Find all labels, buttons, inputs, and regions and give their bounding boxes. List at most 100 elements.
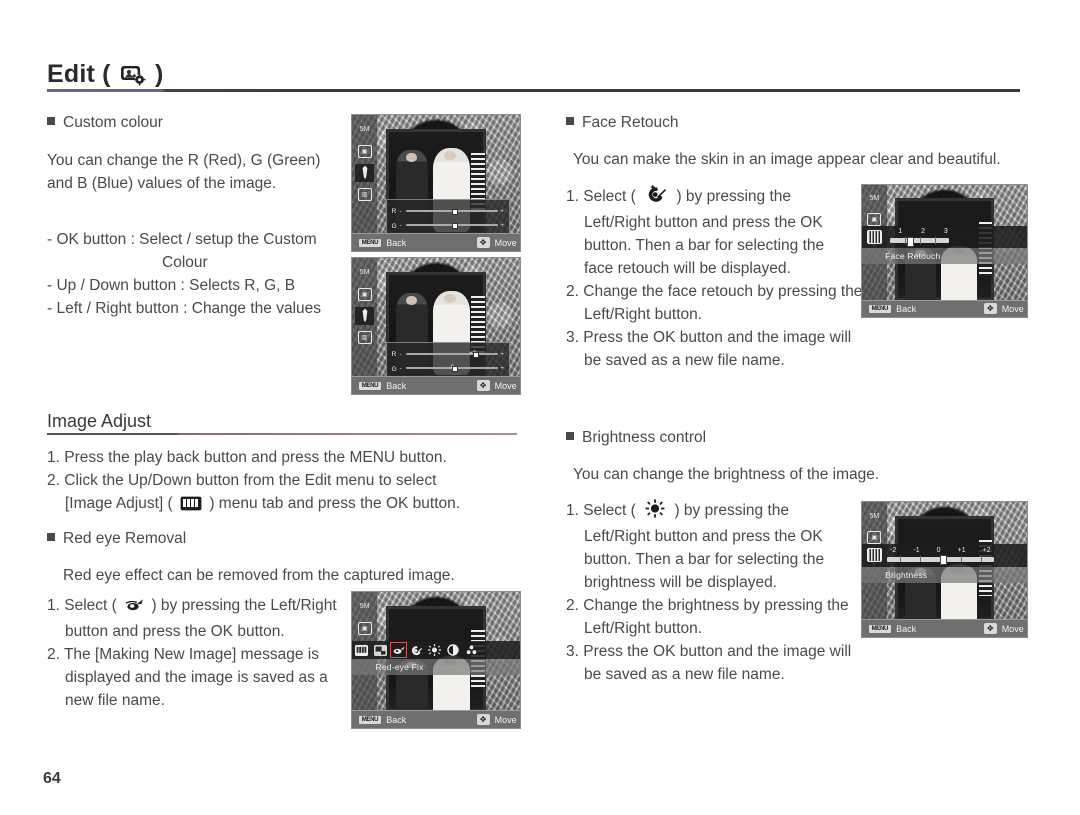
rgb-row-g[interactable]: G - + [392, 222, 504, 230]
bright-step-3-cont1: be saved as a new file name. [584, 666, 785, 683]
header-divider [47, 89, 1020, 92]
four-way-pad-icon[interactable]: ✥ [476, 380, 490, 392]
face-retouch-icon[interactable] [410, 644, 423, 656]
rgb-plus: + [500, 351, 504, 358]
red-eye-icon[interactable] [389, 642, 407, 659]
menu-button-badge[interactable]: MENU [358, 715, 382, 724]
rgb-slider-panel: R - + G - + B - + [385, 199, 510, 244]
resolution-badge: 5M [869, 512, 880, 520]
lcd-icon-rail: 5M ▣ ▥ [352, 258, 378, 394]
move-control[interactable]: ✥ Move [476, 714, 517, 726]
custom-colour-block: Custom colour You can change the R (Red)… [47, 114, 347, 195]
move-control[interactable]: ✥ Move [476, 237, 517, 249]
rgb-track[interactable]: 0 [406, 365, 499, 372]
saturation-icon[interactable] [465, 644, 478, 656]
rgb-minus: - [399, 222, 402, 229]
key-line-ok: - OK button : Select / setup the Custom [47, 231, 317, 248]
step-text: Change the brightness by pressing the [583, 597, 849, 614]
move-control[interactable]: ✥ Move [983, 303, 1024, 315]
bright-step-3: 3. Press the OK button and the image wil… [566, 640, 856, 663]
bar-track[interactable] [886, 554, 994, 566]
image-adjust-step-1: 1. Press the play back button and press … [47, 446, 517, 469]
image-adjust-bar-icon [866, 548, 882, 563]
step-text-after: ) menu tab and press the OK button. [209, 495, 461, 512]
rgb-track[interactable] [406, 223, 499, 229]
rgb-track[interactable] [406, 208, 499, 215]
image-adjust-rail-icon[interactable]: ▥ [355, 186, 374, 204]
step-text: Press the OK button and the image will [583, 643, 852, 660]
four-way-pad-icon[interactable]: ✥ [476, 237, 490, 249]
four-way-pad-icon[interactable]: ✥ [476, 714, 490, 726]
image-adjust-icon[interactable] [355, 644, 369, 656]
key-line-updown: - Up / Down button : Selects R, G, B [47, 277, 296, 294]
bar-tick [934, 237, 936, 244]
step-text: Press the play back button and press the… [64, 449, 447, 466]
face-retouch-heading: Face Retouch [566, 114, 1006, 132]
custom-colour-key-list: - OK button : Select / setup the Custom … [47, 228, 349, 320]
tick-label: -1 [913, 546, 920, 554]
tick-label: -2 [890, 546, 897, 554]
rgb-row-g[interactable]: G - + 0 [391, 365, 504, 373]
face-retouch-block: Face Retouch You can make the skin in an… [566, 114, 1006, 171]
tick-label: 1 [898, 228, 903, 236]
key-line-colour: Colour [162, 254, 208, 271]
resize-icon[interactable] [373, 644, 387, 656]
four-way-pad-icon[interactable]: ✥ [983, 303, 997, 315]
bar-tick [919, 555, 921, 563]
edit-pen-icon[interactable] [355, 163, 375, 182]
bar-knob[interactable] [906, 236, 914, 248]
brightness-icon[interactable] [428, 644, 442, 657]
bright-step-1-cont1: Left/Right button and press the OK [584, 528, 823, 545]
rgb-knob[interactable] [472, 351, 479, 358]
memory-card-icon: ▣ [355, 619, 374, 637]
bar-tick-labels: -2 -1 0 +1 +2 [890, 545, 991, 555]
tick-label: 3 [943, 228, 948, 236]
rgb-row-r[interactable]: R - + [392, 208, 504, 215]
rgb-knob[interactable] [452, 208, 459, 215]
face-retouch-heading-text: Face Retouch [582, 114, 679, 131]
page-header: Edit ( ) [47, 60, 1020, 94]
step-text-before: Select ( [583, 188, 636, 205]
bright-step-1: 1. Select ( ) by pressing the [566, 499, 856, 525]
brightness-bar[interactable]: -2 -1 0 +1 +2 [862, 543, 1027, 567]
rgb-knob[interactable] [452, 223, 459, 229]
tick-label: +1 [957, 546, 966, 554]
red-eye-heading-text: Red eye Removal [63, 530, 187, 547]
bar-tick [981, 555, 983, 563]
face-retouch-steps: 1. Select ( ) by pressing the Left/Right… [566, 185, 862, 372]
edit-photo-gear-icon [120, 64, 146, 92]
rgb-row-r[interactable]: R - + +3 [392, 351, 504, 358]
bar-track[interactable] [890, 236, 950, 248]
step-text-after: ) by pressing the [676, 188, 792, 205]
bar-knob[interactable] [940, 554, 948, 566]
menu-button-badge[interactable]: MENU [868, 624, 892, 633]
face-retouch-description: You can make the skin in an image appear… [573, 151, 1001, 168]
manual-page: Edit ( ) Custom colour You can change th… [0, 0, 1080, 815]
step-number: 1. [47, 597, 60, 614]
back-label: Back [896, 303, 917, 314]
rgb-letter: G [391, 365, 397, 373]
step-number: 2. [47, 646, 60, 663]
face-step-3-cont1: be saved as a new file name. [584, 352, 785, 369]
move-control[interactable]: ✥ Move [476, 380, 517, 392]
four-way-pad-icon[interactable]: ✥ [983, 623, 997, 635]
image-adjust-rail-icon[interactable]: ▥ [355, 329, 374, 347]
face-step-1-cont3: face retouch will be displayed. [584, 260, 791, 277]
face-retouch-bar[interactable]: 1 2 3 [862, 225, 1027, 249]
face-step-1: 1. Select ( ) by pressing the [566, 185, 856, 211]
edit-pen-icon[interactable] [355, 306, 375, 325]
custom-colour-description: You can change the R (Red), G (Green) an… [47, 152, 321, 192]
bright-step-2: 2. Change the brightness by pressing the [566, 594, 856, 617]
rgb-knob[interactable] [452, 366, 459, 372]
menu-button-badge[interactable]: MENU [868, 304, 892, 313]
bullet-square-icon [566, 432, 574, 440]
page-number: 64 [43, 770, 61, 787]
edit-menu-icon-strip[interactable] [352, 640, 520, 660]
face-step-1-cont1: Left/Right button and press the OK [584, 214, 823, 231]
contrast-icon[interactable] [447, 644, 460, 656]
menu-button-badge[interactable]: MENU [358, 238, 382, 247]
menu-button-badge[interactable]: MENU [358, 381, 382, 390]
rgb-track[interactable]: +3 [406, 351, 499, 358]
move-control[interactable]: ✥ Move [983, 623, 1024, 635]
red-eye-steps: 1. Select ( ) by pressing the Left/Right… [47, 594, 357, 712]
